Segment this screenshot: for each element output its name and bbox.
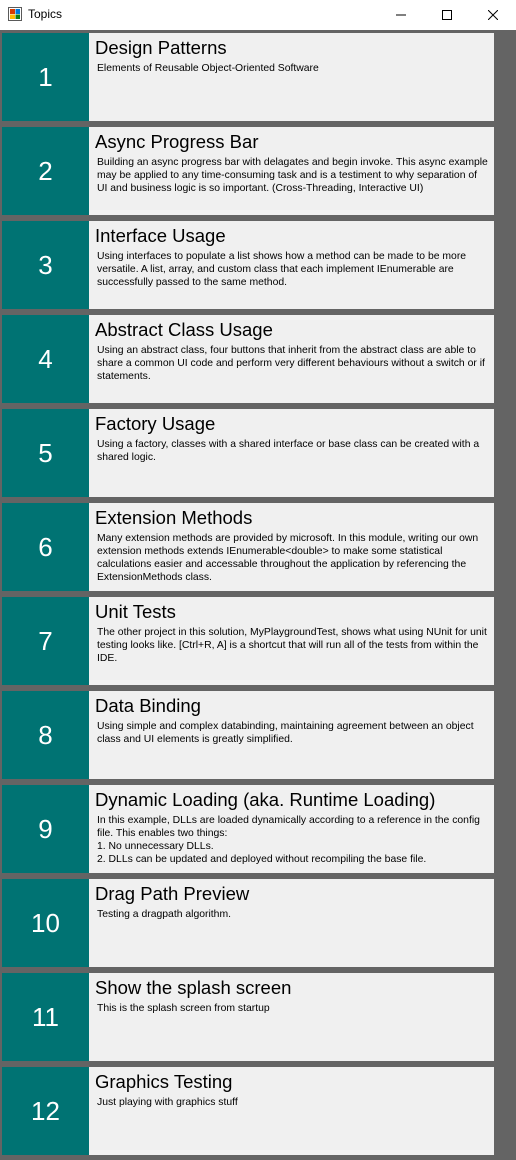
topic-card-2[interactable]: 2 Async Progress Bar Building an async p… xyxy=(2,127,494,215)
topic-card-9[interactable]: 9 Dynamic Loading (aka. Runtime Loading)… xyxy=(2,785,494,873)
topic-number-panel: 5 xyxy=(2,409,89,497)
topic-number: 6 xyxy=(38,531,53,562)
topic-description: Building an async progress bar with dela… xyxy=(97,157,488,194)
maximize-icon xyxy=(442,10,452,20)
topic-title: Show the splash screen xyxy=(95,977,292,998)
topic-number-panel: 8 xyxy=(2,691,89,779)
topic-number-panel: 2 xyxy=(2,127,89,215)
topic-title: Unit Tests xyxy=(95,601,176,622)
topic-card-1[interactable]: 1 Design Patterns Elements of Reusable O… xyxy=(2,33,494,121)
topic-number-panel: 7 xyxy=(2,597,89,685)
topic-description: Testing a dragpath algorithm. xyxy=(97,909,232,920)
topic-title: Dynamic Loading (aka. Runtime Loading) xyxy=(95,789,436,810)
topic-number: 12 xyxy=(31,1095,60,1126)
topic-number-panel: 3 xyxy=(2,221,89,309)
title-bar[interactable]: Topics xyxy=(0,0,516,30)
topic-description: Many extension methods are provided by m… xyxy=(97,533,479,583)
client-area: 1 Design Patterns Elements of Reusable O… xyxy=(0,30,516,1160)
app-icon xyxy=(8,7,22,21)
topics-window: Topics 1 Design Patterns Elements of Reu… xyxy=(0,0,516,1160)
topic-card-11[interactable]: 11 Show the splash screen This is the sp… xyxy=(2,973,494,1061)
topic-title: Async Progress Bar xyxy=(95,131,259,152)
window-title: Topics xyxy=(28,7,63,21)
topic-description: Elements of Reusable Object-Oriented Sof… xyxy=(97,63,319,74)
maximize-button[interactable] xyxy=(424,0,470,30)
topic-description: Using interfaces to populate a list show… xyxy=(97,251,467,288)
topic-number: 10 xyxy=(31,907,60,938)
topic-description: Using a factory, classes with a shared i… xyxy=(97,439,480,463)
close-button[interactable] xyxy=(470,0,516,30)
topic-card-3[interactable]: 3 Interface Usage Using interfaces to po… xyxy=(2,221,494,309)
topic-number: 7 xyxy=(38,625,53,656)
topic-number: 1 xyxy=(38,61,53,92)
topic-title: Drag Path Preview xyxy=(95,883,250,904)
topic-number: 3 xyxy=(38,249,53,280)
topic-number: 4 xyxy=(38,343,53,374)
topic-card-7[interactable]: 7 Unit Tests The other project in this s… xyxy=(2,597,494,685)
topic-description: This is the splash screen from startup xyxy=(97,1003,270,1014)
topic-description: Using simple and complex databinding, ma… xyxy=(97,721,474,745)
topic-number-panel: 12 xyxy=(2,1067,89,1155)
minimize-button[interactable] xyxy=(378,0,424,30)
topic-number-panel: 10 xyxy=(2,879,89,967)
topic-title: Extension Methods xyxy=(95,507,253,528)
topic-description: In this example, DLLs are loaded dynamic… xyxy=(97,815,480,865)
topic-description: Just playing with graphics stuff xyxy=(97,1097,238,1108)
topic-number-panel: 6 xyxy=(2,503,89,591)
topic-number: 2 xyxy=(38,155,53,186)
topic-description: Using an abstract class, four buttons th… xyxy=(97,345,485,382)
topic-number: 9 xyxy=(38,813,53,844)
topic-title: Graphics Testing xyxy=(95,1071,233,1092)
topic-number: 8 xyxy=(38,719,53,750)
topic-title: Interface Usage xyxy=(95,225,226,246)
topic-title: Abstract Class Usage xyxy=(95,319,273,340)
topic-card-10[interactable]: 10 Drag Path Preview Testing a dragpath … xyxy=(2,879,494,967)
topic-title: Factory Usage xyxy=(95,413,216,434)
topic-card-8[interactable]: 8 Data Binding Using simple and complex … xyxy=(2,691,494,779)
topic-title: Data Binding xyxy=(95,695,201,716)
topic-number-panel: 4 xyxy=(2,315,89,403)
topic-number-panel: 11 xyxy=(2,973,89,1061)
topic-number-panel: 1 xyxy=(2,33,89,121)
topic-card-4[interactable]: 4 Abstract Class Usage Using an abstract… xyxy=(2,315,494,403)
topic-number: 11 xyxy=(32,1001,59,1032)
topic-description: The other project in this solution, MyPl… xyxy=(97,627,487,664)
topic-number: 5 xyxy=(38,437,53,468)
close-icon xyxy=(488,10,498,20)
topic-title: Design Patterns xyxy=(95,37,227,58)
minimize-icon xyxy=(396,14,406,16)
topic-number-panel: 9 xyxy=(2,785,89,873)
topic-card-12[interactable]: 12 Graphics Testing Just playing with gr… xyxy=(2,1067,494,1155)
topic-card-6[interactable]: 6 Extension Methods Many extension metho… xyxy=(2,503,494,591)
topic-card-5[interactable]: 5 Factory Usage Using a factory, classes… xyxy=(2,409,494,497)
